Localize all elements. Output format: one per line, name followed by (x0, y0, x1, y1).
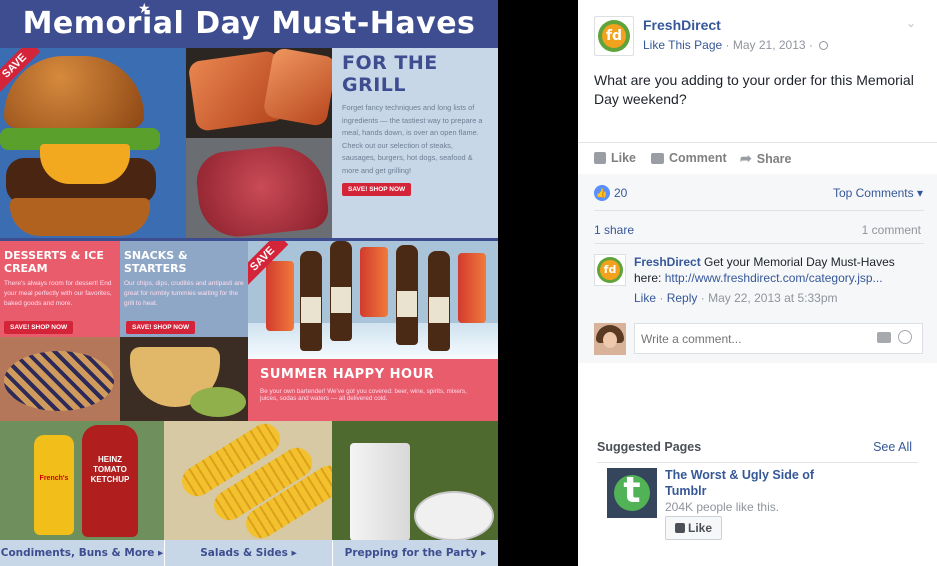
desserts-shop-button[interactable]: SAVE! SHOP NOW (4, 321, 74, 334)
post-text: What are you adding to your order for th… (594, 72, 914, 107)
pie-photo (0, 337, 120, 421)
grill-shop-button[interactable]: SAVE! SHOP NOW (342, 183, 412, 196)
post-date[interactable]: May 21, 2013 (733, 38, 806, 52)
desserts-heading: DESSERTS & ICE CREAM (4, 249, 104, 275)
comment-author-avatar[interactable]: fd (594, 254, 626, 286)
post-meta: Like This Page · May 21, 2013 · (643, 38, 829, 52)
chips-photo (120, 337, 248, 421)
corn-photo (164, 421, 350, 544)
like-page-link[interactable]: Like This Page (643, 38, 722, 52)
salads-sides-link[interactable]: Salads & Sides ▸ (165, 540, 332, 566)
freshdirect-logo-icon: fd (597, 257, 623, 283)
suggested-pages-title: Suggested Pages (597, 440, 702, 454)
comment-like-link[interactable]: Like (634, 291, 656, 305)
grill-section: FOR THE GRILL Forget fancy techniques an… (332, 48, 498, 238)
globe-icon (819, 41, 829, 50)
beer-photo: SAVE (248, 241, 498, 359)
share-button[interactable]: ➦ Share (740, 143, 791, 174)
party-supplies-photo (332, 421, 498, 543)
reaction-count[interactable]: 20 (614, 186, 627, 200)
comment-time[interactable]: May 22, 2013 at 5:33pm (708, 291, 837, 305)
mustard-label: French's (39, 475, 69, 482)
comment-url-link[interactable]: http://www.freshdirect.com/category.jsp.… (665, 271, 883, 285)
see-all-link[interactable]: See All (873, 440, 912, 454)
burger-photo: SAVE (0, 48, 186, 238)
summer-heading: SUMMER HAPPY HOUR (260, 367, 435, 382)
tumblr-icon: t (623, 470, 641, 511)
summer-body: Be your own bartender! We've got you cov… (260, 388, 467, 402)
feedback-area: 👍 20 Top Comments ▾ 1 share 1 comment fd… (578, 174, 937, 363)
salmon-photo (186, 48, 332, 138)
snacks-body: Our chips, dips, crudités and antipasti … (124, 280, 244, 307)
ketchup-label: HEINZ TOMATO KETCHUP (90, 455, 130, 484)
top-comments-dropdown[interactable]: Top Comments ▾ (833, 186, 923, 200)
memorial-day-promo-image[interactable]: ★ Memorial Day Must-Haves SAVE FOR THE G… (0, 0, 498, 566)
grill-heading: FOR THE GRILL (342, 52, 438, 96)
suggested-page-name[interactable]: The Worst & Ugly Side of Tumblr (665, 467, 835, 499)
divider (594, 210, 924, 211)
snacks-section: SNACKS & STARTERS Our chips, dips, crudi… (120, 241, 248, 421)
promo-title: ★ Memorial Day Must-Haves (0, 0, 498, 48)
comment-button[interactable]: Comment (651, 143, 727, 174)
summer-happy-hour-section: SUMMER HAPPY HOUR Be your own bartender!… (248, 359, 498, 421)
page-avatar[interactable]: fd (594, 16, 634, 56)
like-reaction-icon: 👍 (594, 185, 610, 201)
steak-photo (186, 138, 332, 238)
comment-body: FreshDirect Get your Memorial Day Must-H… (634, 255, 895, 285)
camera-icon[interactable] (877, 332, 891, 343)
suggested-page-likes: 204K people like this. (665, 500, 780, 514)
star-icon: ★ (138, 1, 152, 17)
chevron-down-icon[interactable]: ⌄ (906, 16, 916, 30)
snacks-heading: SNACKS & STARTERS (124, 249, 188, 275)
freshdirect-logo-icon: fd (598, 20, 630, 52)
thumbs-up-icon (594, 152, 606, 164)
category-link-bar: Condiments, Buns & More ▸ Salads & Sides… (0, 540, 498, 566)
thumbs-up-icon (674, 523, 685, 533)
divider (597, 462, 918, 463)
snacks-shop-button[interactable]: SAVE! SHOP NOW (126, 321, 196, 334)
share-icon: ➦ (740, 150, 752, 166)
like-button[interactable]: Like (594, 143, 636, 174)
desserts-section: DESSERTS & ICE CREAM There's always room… (0, 241, 120, 421)
emoji-icon[interactable] (898, 330, 912, 344)
condiments-photo: French's HEINZ TOMATO KETCHUP (0, 421, 164, 543)
divider (594, 243, 924, 244)
current-user-avatar (594, 323, 626, 355)
page-name-link[interactable]: FreshDirect (643, 17, 721, 33)
comment-icon (651, 153, 664, 164)
post-action-bar: Like Comment ➦ Share (578, 142, 937, 174)
party-prep-link[interactable]: Prepping for the Party ▸ (333, 540, 498, 566)
condiments-link[interactable]: Condiments, Buns & More ▸ (0, 540, 164, 566)
comment-meta: Like · Reply · May 22, 2013 at 5:33pm (634, 291, 838, 305)
tumblr-page-logo[interactable]: t (607, 468, 657, 518)
grill-body: Forget fancy techniques and long lists o… (342, 103, 483, 175)
facebook-post-panel: fd FreshDirect Like This Page · May 21, … (578, 0, 937, 566)
comment-count[interactable]: 1 comment (862, 223, 921, 237)
desserts-body: There's always room for dessert! End you… (4, 280, 112, 307)
suggested-like-button[interactable]: Like (665, 516, 722, 540)
share-count-link[interactable]: 1 share (594, 223, 634, 237)
comment-author-link[interactable]: FreshDirect (634, 255, 701, 269)
comment-reply-link[interactable]: Reply (667, 291, 698, 305)
